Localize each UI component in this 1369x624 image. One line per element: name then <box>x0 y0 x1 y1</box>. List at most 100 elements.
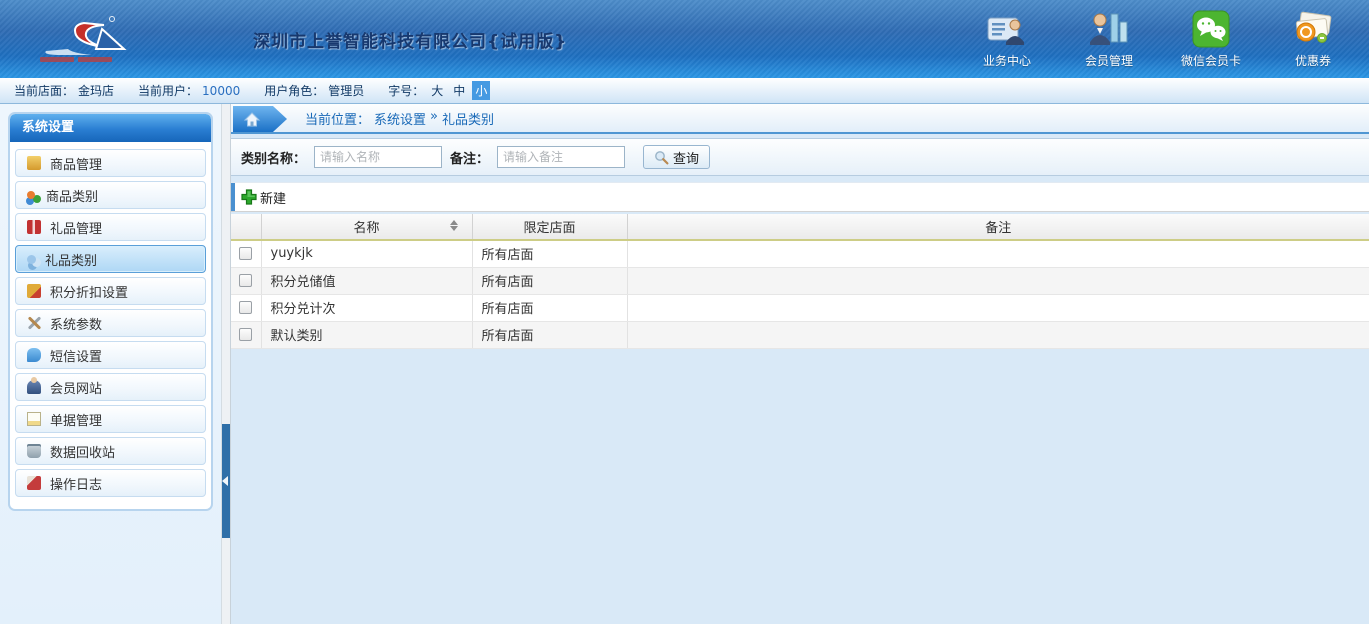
nav-item-label: 优惠券 <box>1275 52 1351 69</box>
row-checkbox[interactable] <box>239 274 252 287</box>
sidebar-item-label: 单据管理 <box>50 410 102 429</box>
row-checkbox[interactable] <box>239 301 252 314</box>
nav-item-label: 微信会员卡 <box>1173 52 1249 69</box>
category-name-label: 类别名称： <box>241 148 306 167</box>
sidebar-item-label: 礼品类别 <box>45 250 97 269</box>
breadcrumb-page: 礼品类别 <box>442 109 494 128</box>
sidebar-item-label: 礼品管理 <box>50 218 102 237</box>
sidebar-item-goods-category[interactable]: 商品类别 <box>15 181 206 209</box>
app-header: 深圳市上誉智能科技有限公司{试用版} 业务中心 <box>0 0 1369 78</box>
sidebar-item-label: 操作日志 <box>50 474 102 493</box>
home-button[interactable] <box>233 106 287 132</box>
checkbox-cell <box>231 267 261 294</box>
sidebar-item-label: 数据回收站 <box>50 442 115 461</box>
collapse-left-arrow-icon <box>222 476 228 486</box>
sidebar-item-operation-log[interactable]: 操作日志 <box>15 469 206 497</box>
nav-item-member-management[interactable]: 会员管理 <box>1071 10 1147 69</box>
sidebar-item-document-management[interactable]: 单据管理 <box>15 405 206 433</box>
sort-icon[interactable] <box>450 220 458 231</box>
sidebar-item-sms-settings[interactable]: 短信设置 <box>15 341 206 369</box>
breadcrumb-bar: 当前位置： 系统设置 » 礼品类别 <box>231 104 1369 134</box>
wechat-card-icon <box>1173 10 1249 48</box>
query-button[interactable]: 查询 <box>643 145 710 169</box>
column-header-store[interactable]: 限定店面 <box>472 214 627 240</box>
name-cell: 积分兑储值 <box>261 267 472 294</box>
sidebar-item-gift-category[interactable]: 礼品类别 <box>15 245 206 273</box>
row-checkbox[interactable] <box>239 328 252 341</box>
points-discount-icon <box>27 284 41 298</box>
store-cell: 所有店面 <box>472 321 627 348</box>
sidebar-collapse-handle[interactable] <box>222 424 230 538</box>
nav-item-coupon[interactable]: 优惠券 <box>1275 10 1351 69</box>
row-checkbox[interactable] <box>239 247 252 260</box>
sidebar-item-label: 商品管理 <box>50 154 102 173</box>
new-button[interactable]: 新建 <box>241 188 286 207</box>
app-title: 深圳市上誉智能科技有限公司{试用版} <box>253 27 567 52</box>
company-logo <box>32 11 247 67</box>
column-header-name[interactable]: 名称 <box>261 214 472 240</box>
table-row[interactable]: 默认类别 所有店面 <box>231 321 1369 348</box>
table-row[interactable]: yuykjk 所有店面 <box>231 240 1369 267</box>
font-size-small[interactable]: 小 <box>472 81 490 100</box>
store-cell: 所有店面 <box>472 240 627 267</box>
current-user: 当前用户：10000 <box>138 82 240 99</box>
sidebar-splitter[interactable] <box>221 104 231 624</box>
remark-cell <box>627 267 1369 294</box>
system-params-tools-icon <box>27 316 41 330</box>
table-row[interactable]: 积分兑计次 所有店面 <box>231 294 1369 321</box>
sidebar-item-system-params[interactable]: 系统参数 <box>15 309 206 337</box>
gift-category-icon <box>27 255 36 264</box>
user-role-value: 管理员 <box>328 82 364 99</box>
nav-item-label: 业务中心 <box>969 52 1045 69</box>
nav-item-wechat-card[interactable]: 微信会员卡 <box>1173 10 1249 69</box>
sidebar-item-label: 系统参数 <box>50 314 102 333</box>
sidebar-item-gift-management[interactable]: 礼品管理 <box>15 213 206 241</box>
operation-log-pen-icon <box>27 476 41 490</box>
sms-message-icon <box>27 348 41 362</box>
checkbox-cell <box>231 294 261 321</box>
member-management-icon <box>1071 10 1147 48</box>
sidebar-item-label: 会员网站 <box>50 378 102 397</box>
goods-category-icon <box>27 191 35 199</box>
table-row[interactable]: 积分兑储值 所有店面 <box>231 267 1369 294</box>
current-store: 当前店面：金玛店 <box>14 82 114 99</box>
query-button-label: 查询 <box>673 148 699 167</box>
checkbox-cell <box>231 321 261 348</box>
home-icon <box>243 112 261 127</box>
sidebar-title: 系统设置 <box>10 114 211 142</box>
document-icon <box>27 412 41 426</box>
current-store-label: 当前店面： <box>14 82 74 99</box>
remark-input[interactable] <box>497 146 625 168</box>
name-cell: yuykjk <box>261 240 472 267</box>
sidebar-item-label: 积分折扣设置 <box>50 282 128 301</box>
sidebar-item-goods-management[interactable]: 商品管理 <box>15 149 206 177</box>
column-header-name-label: 名称 <box>353 221 379 236</box>
nav-item-business-center[interactable]: 业务中心 <box>969 10 1045 69</box>
font-size-large[interactable]: 大 <box>428 81 446 100</box>
font-size-switcher: 字号： 大 中 小 <box>388 81 490 100</box>
search-panel: 类别名称： 备注： 查询 <box>231 138 1369 176</box>
sidebar-item-member-website[interactable]: 会员网站 <box>15 373 206 401</box>
sidebar-item-label: 商品类别 <box>46 186 98 205</box>
font-size-medium[interactable]: 中 <box>450 81 468 100</box>
plus-icon <box>241 189 257 205</box>
remark-label: 备注： <box>450 148 489 167</box>
new-button-label: 新建 <box>260 188 286 207</box>
store-cell: 所有店面 <box>472 294 627 321</box>
font-size-label: 字号： <box>388 82 424 99</box>
table-header-row: 名称 限定店面 备注 <box>231 214 1369 240</box>
gift-box-icon <box>27 220 41 234</box>
header-nav: 业务中心 会员管理 <box>969 10 1351 69</box>
checkbox-cell <box>231 240 261 267</box>
coupon-icon <box>1275 10 1351 48</box>
name-cell: 默认类别 <box>261 321 472 348</box>
sidebar-item-points-discount[interactable]: 积分折扣设置 <box>15 277 206 305</box>
current-store-value: 金玛店 <box>78 82 114 99</box>
search-icon <box>654 150 669 165</box>
category-name-input[interactable] <box>314 146 442 168</box>
sidebar-item-recycle-bin[interactable]: 数据回收站 <box>15 437 206 465</box>
goods-box-icon <box>27 156 41 170</box>
breadcrumb-section: 系统设置 <box>374 109 426 128</box>
column-header-remark[interactable]: 备注 <box>627 214 1369 240</box>
main-region: 系统设置 商品管理 商品类别 礼品管理 礼品类别 积分折扣设置 <box>0 104 1369 624</box>
